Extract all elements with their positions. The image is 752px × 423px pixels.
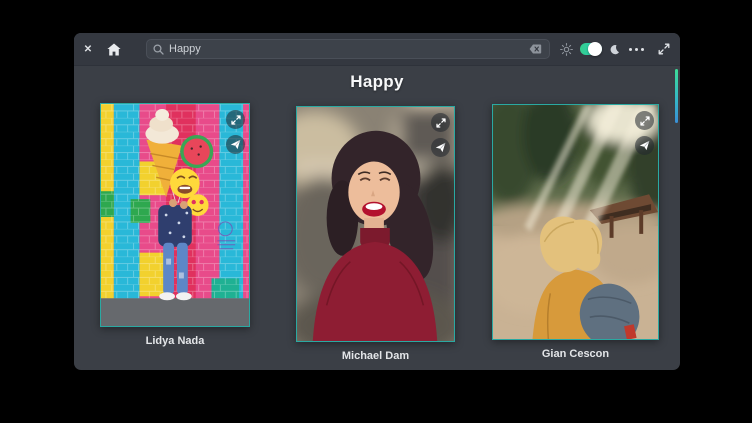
app-window: ✕ [74, 33, 680, 370]
dark-mode-toggle[interactable] [580, 43, 602, 55]
paper-plane-icon [230, 139, 241, 150]
photo-caption: Lidya Nada [146, 335, 205, 347]
photo-image [297, 107, 454, 341]
expand-arrows-icon [231, 115, 241, 125]
search-input[interactable] [164, 43, 527, 55]
photo-caption: Michael Dam [342, 350, 409, 362]
expand-arrows-icon [658, 43, 670, 55]
share-photo-button[interactable] [635, 136, 654, 155]
toggle-knob [588, 42, 602, 56]
header-controls [560, 41, 672, 57]
photo-image [493, 105, 658, 339]
dark-mode-moon-icon [609, 44, 620, 55]
fullscreen-button[interactable] [656, 41, 672, 57]
close-button[interactable]: ✕ [80, 41, 96, 57]
search-field[interactable] [146, 39, 550, 59]
header-bar: ✕ [74, 33, 680, 66]
paper-plane-icon [435, 142, 446, 153]
expand-arrows-icon [640, 116, 650, 126]
expand-photo-button[interactable] [635, 111, 654, 130]
photo-card: Michael Dam [296, 106, 455, 362]
photo-colorful-wall[interactable] [100, 103, 250, 327]
overflow-menu-button[interactable] [627, 41, 645, 57]
photo-card: Lidya Nada [100, 103, 250, 347]
expand-photo-button[interactable] [431, 113, 450, 132]
photo-caption: Gian Cescon [542, 348, 609, 360]
photo-card: Gian Cescon [492, 104, 659, 360]
share-photo-button[interactable] [226, 135, 245, 154]
backspace-clear-icon [529, 44, 542, 54]
search-icon [153, 44, 164, 55]
page-title: Happy [74, 72, 680, 92]
brightness-sun-icon [560, 43, 573, 56]
expand-arrows-icon [436, 118, 446, 128]
photo-outdoor-woman[interactable] [492, 104, 659, 340]
expand-photo-button[interactable] [226, 110, 245, 129]
share-photo-button[interactable] [431, 138, 450, 157]
close-icon: ✕ [84, 44, 92, 55]
clear-search-button[interactable] [527, 41, 543, 57]
photo-image [101, 104, 249, 326]
home-button[interactable] [104, 39, 124, 59]
paper-plane-icon [639, 140, 650, 151]
desktop-background: { "header": { "close_glyph": "✕", "searc… [0, 0, 752, 423]
home-icon [107, 43, 121, 56]
photo-laughing-woman[interactable] [296, 106, 455, 342]
ellipsis-icon [629, 48, 644, 51]
